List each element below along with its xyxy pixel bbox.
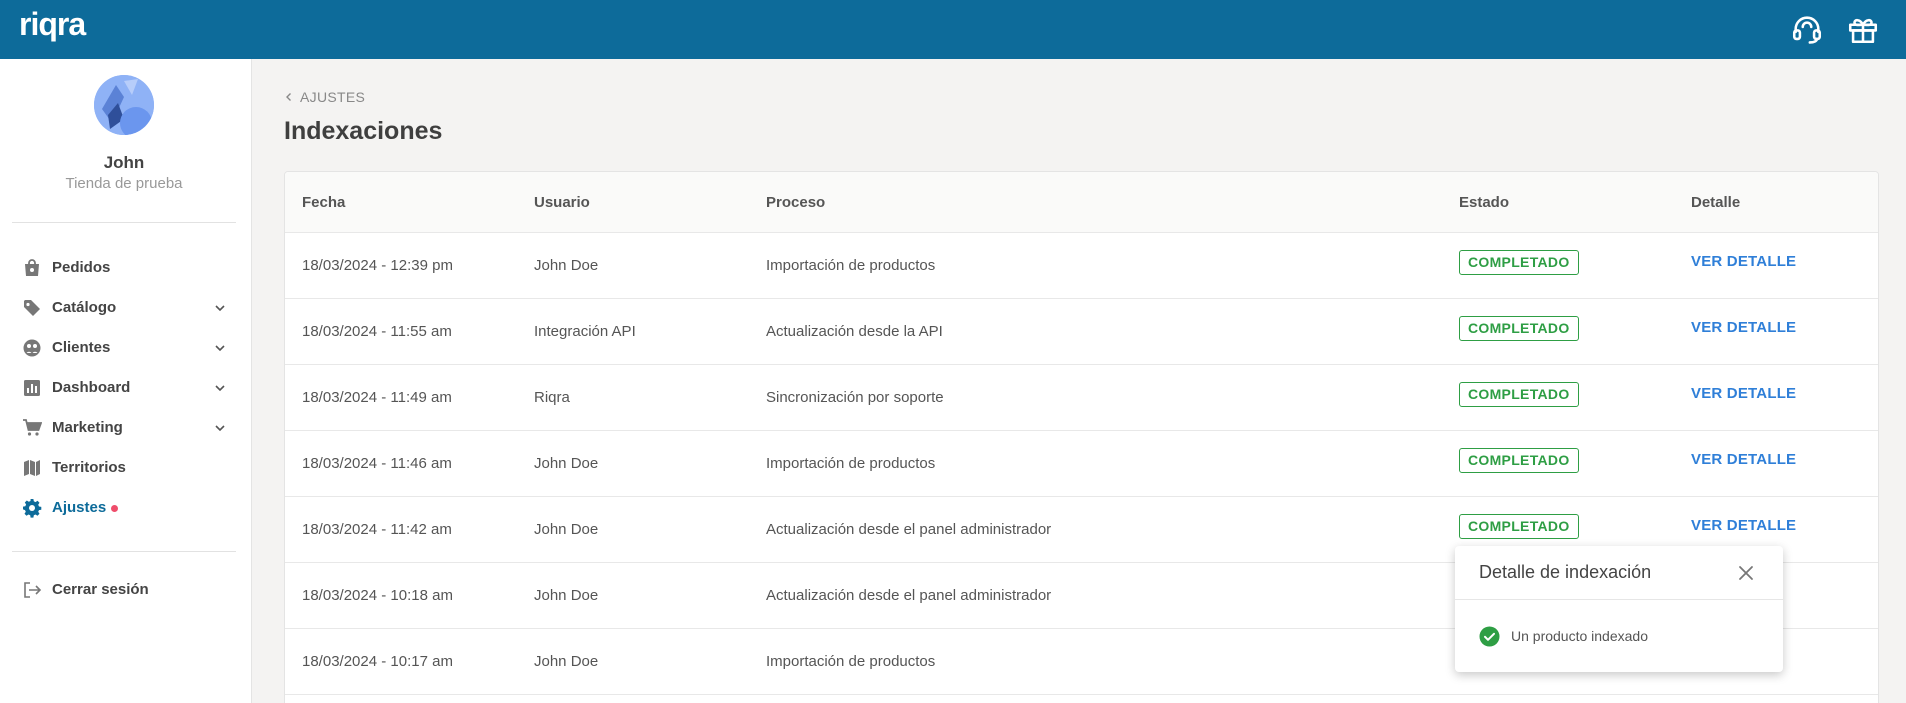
ver-detalle-link[interactable]: VER DETALLE [1691,253,1796,270]
cell-usuario: Integración API [534,323,636,340]
avatar[interactable] [94,75,154,135]
ver-detalle-link[interactable]: VER DETALLE [1691,451,1796,468]
chevron-down-icon [213,301,227,315]
ver-detalle-link[interactable]: VER DETALLE [1691,517,1796,534]
page-title: Indexaciones [284,117,443,145]
chevron-left-icon [284,89,294,101]
breadcrumb-label: AJUSTES [300,89,366,105]
breadcrumb[interactable]: AJUSTES [284,89,365,105]
logout-icon [22,580,42,600]
ver-detalle-link[interactable]: VER DETALLE [1691,385,1796,402]
sidebar-item-label: Pedidos [52,259,111,276]
store-name: Tienda de prueba [65,175,183,192]
gift-icon[interactable] [1846,12,1880,46]
users-icon [22,338,42,358]
close-icon[interactable] [1737,564,1755,582]
column-header-detalle: Detalle [1691,194,1741,211]
column-header-estado: Estado [1459,194,1510,211]
sidebar-item-label: Clientes [52,339,111,356]
cell-proceso: Actualización desde el panel administrad… [766,521,1052,538]
cell-fecha: 18/03/2024 - 12:39 pm [302,257,453,274]
popover-message: Un producto indexado [1511,628,1648,644]
cell-proceso: Actualización desde la API [766,323,943,340]
cell-fecha: 18/03/2024 - 11:42 am [302,521,452,538]
top-bar: riqra [0,0,1906,59]
sidebar-divider [12,551,236,552]
headset-icon[interactable] [1790,12,1824,46]
cart-icon [22,418,43,438]
check-circle-icon [1479,626,1500,647]
sidebar-item-label: Catálogo [52,299,117,316]
sidebar-divider [12,222,236,223]
sidebar-item-catalogo[interactable]: Catálogo [0,288,250,328]
table-row: 18/03/2024 - 12:39 pm John Doe Importaci… [285,233,1878,299]
cell-fecha: 18/03/2024 - 10:18 am [302,587,453,604]
table-header: Fecha Usuario Proceso Estado Detalle [285,172,1878,233]
column-header-proceso: Proceso [766,194,826,211]
chevron-down-icon [213,381,227,395]
table-row: 18/03/2024 - 11:46 am John Doe Importaci… [285,431,1878,497]
sidebar-item-label: Dashboard [52,379,131,396]
chevron-down-icon [213,341,227,355]
cell-fecha: 18/03/2024 - 10:17 am [302,653,453,670]
chevron-down-icon [213,421,227,435]
status-badge: COMPLETADO [1459,382,1579,407]
sidebar-item-clientes[interactable]: Clientes [0,328,250,368]
user-name: John [103,153,145,172]
riqra-logo[interactable]: riqra [19,6,86,43]
notification-dot [111,505,118,512]
ver-detalle-link[interactable]: VER DETALLE [1691,319,1796,336]
sidebar-item-pedidos[interactable]: Pedidos [0,248,250,288]
cell-usuario: John Doe [534,587,599,604]
cell-fecha: 18/03/2024 - 11:55 am [302,323,452,340]
cell-proceso: Actualización desde el panel administrad… [766,587,1052,604]
logout-button[interactable]: Cerrar sesión [0,570,250,610]
table-row: 18/03/2024 - 11:55 am Integración API Ac… [285,299,1878,365]
cell-proceso: Importación de productos [766,653,936,670]
sidebar-item-label: Territorios [52,459,126,476]
sidebar-item-dashboard[interactable]: Dashboard [0,368,250,408]
sidebar-item-territorios[interactable]: Territorios [0,448,250,488]
column-header-fecha: Fecha [302,194,346,211]
cell-fecha: 18/03/2024 - 11:49 am [302,389,452,406]
cell-proceso: Importación de productos [766,257,936,274]
sidebar-item-ajustes[interactable]: Ajustes [0,488,250,528]
tag-icon [22,298,42,318]
logout-label: Cerrar sesión [52,581,149,598]
sidebar-item-label: Ajustes [52,499,107,516]
sidebar-item-marketing[interactable]: Marketing [0,408,250,448]
popover-title: Detalle de indexación [1479,562,1652,582]
cell-usuario: John Doe [534,257,599,274]
gear-icon [22,498,42,518]
status-badge: COMPLETADO [1459,316,1579,341]
cell-usuario: John Doe [534,521,599,538]
column-header-usuario: Usuario [534,194,590,211]
bar-chart-icon [22,378,42,398]
cell-proceso: Importación de productos [766,455,936,472]
status-badge: COMPLETADO [1459,250,1579,275]
cell-proceso: Sincronización por soporte [766,389,944,406]
cell-fecha: 18/03/2024 - 11:46 am [302,455,452,472]
shopping-bag-icon [22,258,42,278]
sidebar: John Tienda de prueba Pedidos Catálogo C… [0,59,252,703]
popover-divider [1455,599,1783,600]
cell-usuario: Riqra [534,389,570,406]
status-badge: COMPLETADO [1459,514,1579,539]
cell-usuario: John Doe [534,455,599,472]
map-icon [22,458,42,478]
cell-usuario: John Doe [534,653,599,670]
table-row: 18/03/2024 - 11:49 am Riqra Sincronizaci… [285,365,1878,431]
status-badge: COMPLETADO [1459,448,1579,473]
sidebar-item-label: Marketing [52,419,123,436]
indexation-detail-popover: Detalle de indexación Un producto indexa… [1455,546,1783,672]
